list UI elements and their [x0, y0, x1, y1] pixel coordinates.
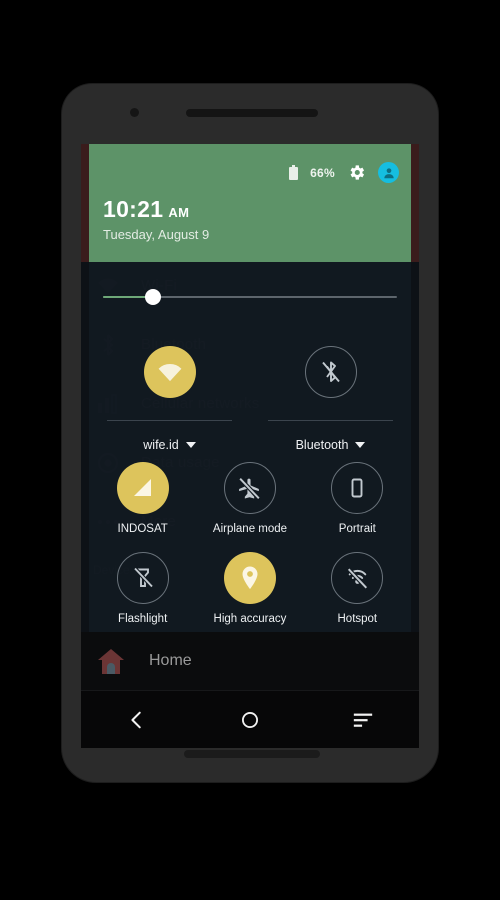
tile-flashlight[interactable]: Flashlight [89, 550, 196, 640]
hotspot-off-icon [331, 552, 384, 604]
screenshot-root: Wi-Fi Bluetooth Cellular networks [0, 0, 500, 900]
quick-settings-panel: wife.id Bluetooth INDOSAT Airplane mode … [89, 262, 411, 640]
wifi-label: wife.id [143, 438, 179, 452]
earpiece-speaker [186, 109, 318, 117]
battery-icon [289, 165, 299, 180]
wifi-toggle[interactable] [89, 322, 250, 422]
toggle-dividers [89, 420, 411, 421]
menu-lines-icon[interactable] [306, 711, 419, 729]
home-circle-icon[interactable] [194, 710, 307, 730]
tile-portrait[interactable]: Portrait [304, 460, 411, 550]
home-house-icon [95, 646, 127, 676]
tile-airplane-mode[interactable]: Airplane mode [196, 460, 303, 550]
slider-knob[interactable] [144, 289, 161, 305]
location-pin-icon [223, 552, 276, 604]
app-edge-left [81, 144, 89, 262]
home-label: Home [149, 652, 192, 669]
battery-percent-label: 66% [310, 165, 335, 180]
divider-left [107, 420, 232, 421]
flashlight-off-icon [116, 552, 169, 604]
status-icons-group: 66% [289, 162, 399, 183]
front-camera-icon [130, 108, 139, 117]
screen-rotation-portrait-icon [331, 462, 384, 514]
clock-hours-minutes: 10:21 [103, 196, 164, 222]
airplane-off-icon [223, 462, 276, 514]
back-chevron-icon[interactable] [81, 709, 194, 731]
tile-high-accuracy[interactable]: High accuracy [196, 550, 303, 640]
tile-hotspot[interactable]: Hotspot [304, 550, 411, 640]
date-label: Tuesday, August 9 [103, 227, 210, 242]
phone-top-bezel [62, 84, 438, 144]
tile-label-hotspot: Hotspot [337, 613, 378, 625]
clock-time: 10:21 AM [103, 196, 189, 223]
divider-right [268, 420, 393, 421]
bluetooth-label: Bluetooth [295, 438, 349, 452]
tile-grid: INDOSAT Airplane mode Portrait Flashligh… [89, 460, 411, 640]
brightness-slider[interactable] [103, 289, 397, 305]
tile-label-high-accuracy: High accuracy [213, 613, 287, 625]
wifi-label-group[interactable]: wife.id [89, 430, 250, 460]
bottom-speaker [184, 750, 320, 758]
user-avatar-icon[interactable] [378, 162, 399, 183]
tile-label-flashlight: Flashlight [118, 613, 168, 625]
bluetooth-toggle[interactable] [250, 322, 411, 422]
primary-toggle-labels: wife.id Bluetooth [89, 430, 411, 460]
tile-indosat[interactable]: INDOSAT [89, 460, 196, 550]
chevron-down-icon[interactable] [185, 442, 196, 448]
primary-toggle-row [89, 322, 411, 422]
navigation-bar [81, 690, 419, 748]
wifi-icon [143, 346, 196, 398]
tile-row-2: Flashlight High accuracy Hotspot [89, 550, 411, 640]
bluetooth-off-icon [304, 346, 357, 398]
tile-row-1: INDOSAT Airplane mode Portrait [89, 460, 411, 550]
home-row[interactable]: Home [81, 632, 419, 690]
tile-label-indosat: INDOSAT [117, 523, 168, 535]
phone-screen: Wi-Fi Bluetooth Cellular networks [81, 144, 419, 748]
gear-icon[interactable] [347, 163, 366, 182]
tile-label-portrait: Portrait [338, 523, 376, 535]
phone-device-frame: Wi-Fi Bluetooth Cellular networks [62, 84, 438, 782]
app-edge-right [411, 144, 419, 262]
clock-ampm: AM [168, 205, 190, 220]
signal-bars-icon [116, 462, 169, 514]
tile-label-airplane-mode: Airplane mode [212, 523, 288, 535]
bluetooth-label-group[interactable]: Bluetooth [250, 430, 411, 460]
chevron-down-icon[interactable] [355, 442, 366, 448]
quick-settings-header: 66% 10:21 AM Tuesday, August 9 [89, 144, 411, 262]
